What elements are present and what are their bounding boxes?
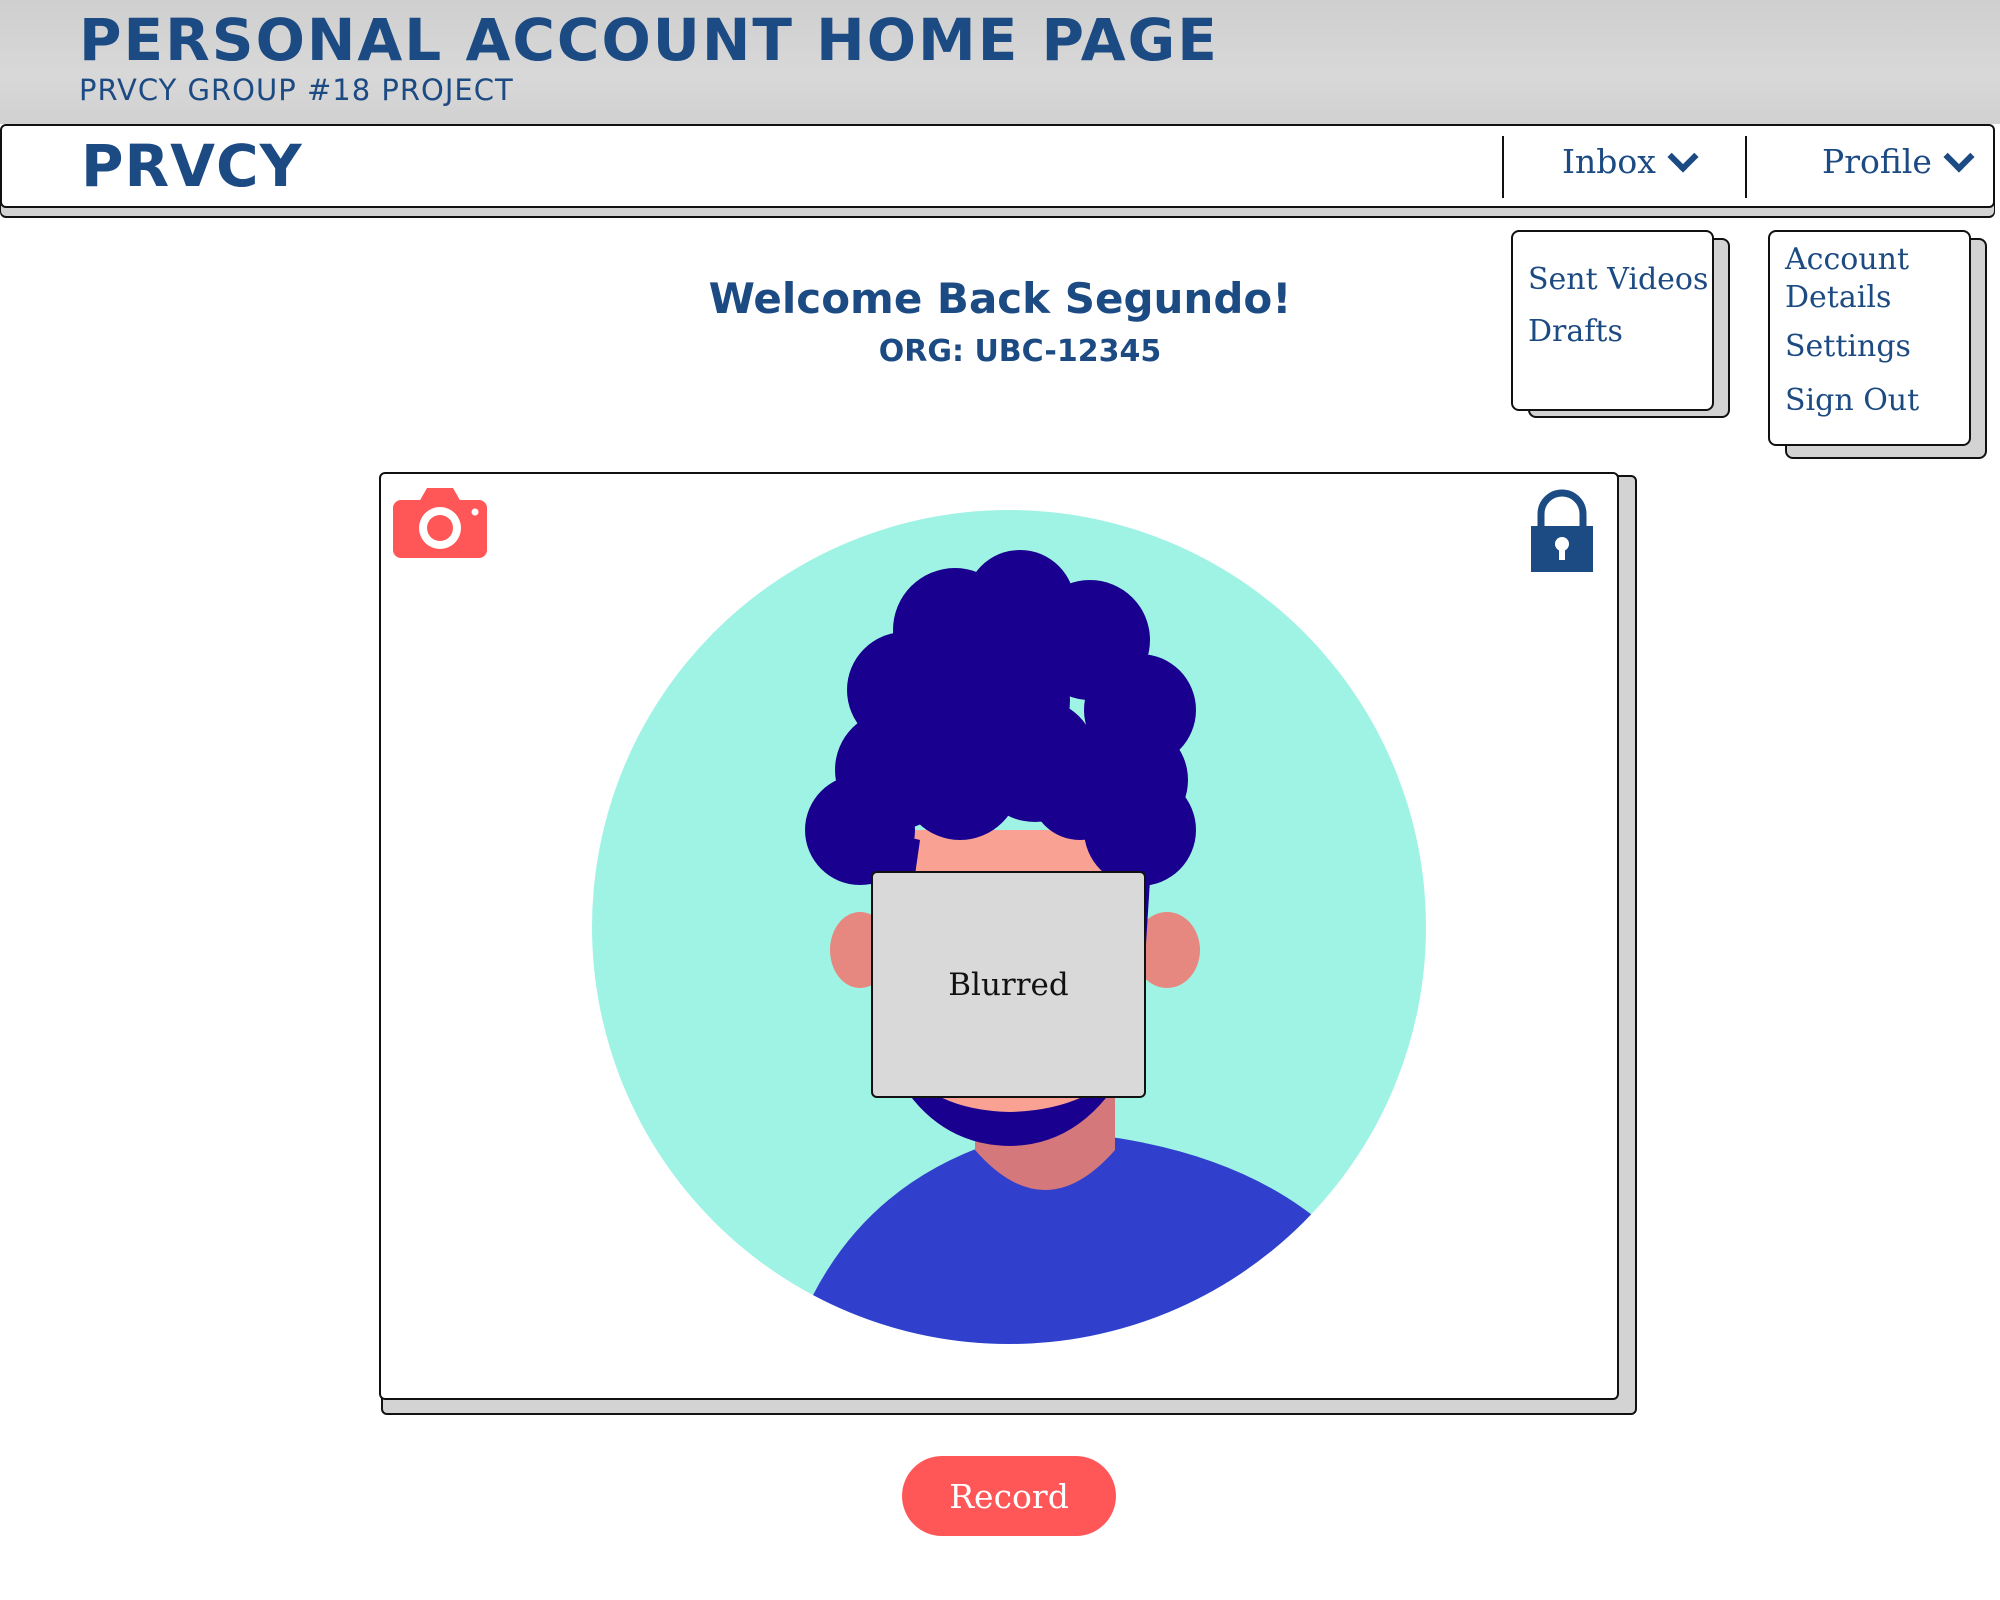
nav-divider xyxy=(1502,136,1504,198)
brand-logo[interactable]: PRVCY xyxy=(81,132,303,200)
top-navbar: PRVCY Inbox Profile xyxy=(0,124,1995,208)
inbox-label: Inbox xyxy=(1562,142,1656,181)
face-blur-overlay: Blurred xyxy=(871,871,1146,1098)
chevron-down-icon xyxy=(1667,140,1699,173)
page-banner: PERSONAL ACCOUNT HOME PAGE PRVCY GROUP #… xyxy=(0,0,2000,124)
inbox-menu-button[interactable]: Inbox xyxy=(1562,140,1699,181)
camera-icon[interactable] xyxy=(393,486,487,560)
chevron-down-icon xyxy=(1943,140,1975,173)
blur-label: Blurred xyxy=(948,966,1069,1003)
nav-divider xyxy=(1745,136,1747,198)
profile-menu-button[interactable]: Profile xyxy=(1822,140,1975,181)
page-title: PERSONAL ACCOUNT HOME PAGE xyxy=(79,6,1219,74)
org-id: ORG: UBC-12345 xyxy=(878,334,1162,369)
profile-label: Profile xyxy=(1822,142,1932,181)
page-subtitle: PRVCY GROUP #18 PROJECT xyxy=(79,73,514,107)
record-button[interactable]: Record xyxy=(902,1456,1116,1536)
menu-item-sign-out[interactable]: Sign Out xyxy=(1785,382,1919,420)
welcome-heading: Welcome Back Segundo! xyxy=(708,274,1292,323)
lock-icon[interactable] xyxy=(1529,488,1595,574)
